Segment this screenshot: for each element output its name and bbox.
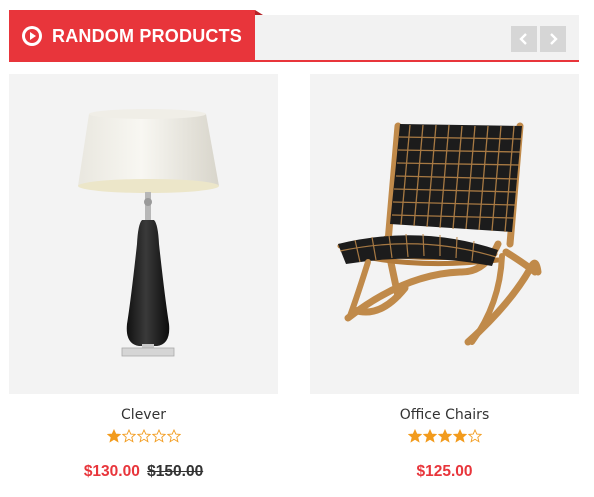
module-header: RANDOM PRODUCTS <box>9 10 579 62</box>
star-filled-icon <box>437 429 452 443</box>
module-title: RANDOM PRODUCTS <box>52 25 242 46</box>
product-rating <box>9 429 278 447</box>
product-card[interactable]: Clever $130.00 $150.00 <box>9 74 278 484</box>
product-prices: $130.00 $150.00 <box>9 463 278 481</box>
star-empty-icon <box>467 429 482 443</box>
folding-chair-image <box>337 122 542 346</box>
star-filled-icon <box>106 429 121 443</box>
product-rating <box>310 429 579 447</box>
star-filled-icon <box>422 429 437 443</box>
star-filled-icon <box>407 429 422 443</box>
product-prices: $125.00 <box>310 463 579 481</box>
product-name[interactable]: Clever <box>9 406 278 424</box>
chevron-right-icon <box>550 33 558 45</box>
table-lamp-image <box>78 109 219 357</box>
product-old-price: $150.00 <box>147 463 204 480</box>
carousel-prev-button[interactable] <box>511 26 537 52</box>
star-filled-icon <box>452 429 467 443</box>
product-name[interactable]: Office Chairs <box>310 406 579 424</box>
star-empty-icon <box>151 429 166 443</box>
star-empty-icon <box>121 429 136 443</box>
module-title-block: RANDOM PRODUCTS <box>9 10 263 62</box>
play-circle-icon <box>22 26 42 46</box>
star-empty-icon <box>166 429 181 443</box>
product-card[interactable]: Office Chairs $125.00 <box>310 74 579 484</box>
product-image[interactable] <box>310 74 579 394</box>
product-price: $125.00 <box>416 463 473 480</box>
chevron-left-icon <box>519 33 527 45</box>
star-empty-icon <box>136 429 151 443</box>
product-price: $130.00 <box>83 463 140 480</box>
product-image[interactable] <box>9 74 278 394</box>
carousel-next-button[interactable] <box>540 26 566 52</box>
